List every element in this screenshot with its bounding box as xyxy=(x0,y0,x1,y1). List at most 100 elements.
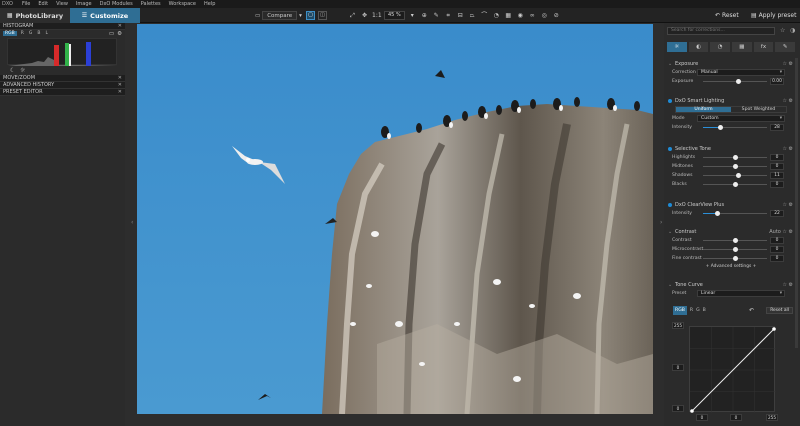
sl-intensity-value[interactable]: 28 xyxy=(770,124,784,131)
sun-icon[interactable]: ☼ xyxy=(20,67,25,74)
tone-curve-header[interactable]: ⌄ Tone Curve ☆ ⚙ xyxy=(667,281,795,289)
preset-editor-header[interactable]: PRESET EDITOR ✕ xyxy=(0,89,125,96)
correction-select[interactable]: Manual xyxy=(697,69,785,76)
histogram-header[interactable]: HISTOGRAM ✕ xyxy=(0,23,125,30)
link-icon[interactable]: ∞ xyxy=(528,11,537,20)
hist-channel-g[interactable]: G xyxy=(28,31,34,36)
menu-dxo-modules[interactable]: DxO Modules xyxy=(96,0,137,8)
curve-channel-g[interactable]: G xyxy=(696,306,700,315)
tab-light[interactable]: ☼ xyxy=(667,42,687,52)
chevron-down-icon[interactable]: ▾ xyxy=(408,11,417,20)
zoom-in-icon[interactable]: ⊕ xyxy=(420,11,429,20)
search-input[interactable]: Search for corrections... xyxy=(667,27,775,35)
perspective-icon[interactable]: ⏢ xyxy=(468,11,477,20)
single-view-icon[interactable]: ▢ xyxy=(306,11,315,20)
selective-tone-knob[interactable] xyxy=(732,164,738,169)
menu-view[interactable]: View xyxy=(52,0,72,8)
curve-input-mid[interactable]: 0 xyxy=(672,364,684,371)
cv-intensity-value[interactable]: 22 xyxy=(770,210,784,217)
selective-tone-value[interactable]: 0 xyxy=(770,163,784,170)
repair-icon[interactable]: ⌒ xyxy=(480,11,489,20)
image-viewer[interactable]: ‹ › xyxy=(125,23,664,426)
collapse-right-icon[interactable]: › xyxy=(660,219,662,226)
star-icon[interactable]: ☆ xyxy=(780,27,785,34)
panel-actions[interactable]: Auto ☆ ⚙ xyxy=(769,228,793,236)
contrast-header[interactable]: ⌄ Contrast Auto ☆ ⚙ xyxy=(667,228,795,236)
selective-tone-slider[interactable] xyxy=(703,155,767,160)
contrast-slider[interactable] xyxy=(703,247,767,252)
one-to-one-button[interactable]: 1:1 xyxy=(372,11,382,20)
preset-select[interactable]: Linear xyxy=(697,290,785,297)
advanced-history-header[interactable]: ADVANCED HISTORY ✕ xyxy=(0,82,125,89)
curve-point[interactable] xyxy=(772,327,776,331)
curve-output-max[interactable]: 255 xyxy=(766,414,778,421)
selective-tone-value[interactable]: 0 xyxy=(770,154,784,161)
local-adjust-icon[interactable]: ◔ xyxy=(492,11,501,20)
sl-intensity-knob[interactable] xyxy=(718,125,724,130)
horizon-icon[interactable]: ⊟ xyxy=(456,11,465,20)
right-panel-scrollbar[interactable] xyxy=(795,58,798,348)
panel-actions[interactable]: ☆ ⚙ xyxy=(782,281,793,289)
moon-icon[interactable]: ☾ xyxy=(10,67,15,74)
chevron-down-icon[interactable]: ⌄ xyxy=(668,281,672,289)
curve-input-max[interactable]: 255 xyxy=(672,322,684,329)
collapse-left-icon[interactable]: ‹ xyxy=(131,219,133,226)
panel-actions[interactable]: ☆ ⚙ xyxy=(782,97,793,105)
contrast-slider[interactable] xyxy=(703,238,767,243)
move-icon[interactable]: ✥ xyxy=(360,11,369,20)
compare-button[interactable]: ▭ Compare ▾ xyxy=(255,11,302,20)
clearview-header[interactable]: DxO ClearView Plus ☆ ⚙ xyxy=(667,201,795,209)
menu-image[interactable]: Image xyxy=(72,0,96,8)
selective-tone-slider[interactable] xyxy=(703,182,767,187)
cv-intensity-slider[interactable] xyxy=(703,211,767,216)
white-balance-picker-icon[interactable]: ✎ xyxy=(432,11,441,20)
tone-curve-graph[interactable] xyxy=(689,326,776,413)
enabled-indicator[interactable] xyxy=(668,203,672,207)
tab-geometry[interactable]: ▦ xyxy=(732,42,752,52)
tab-local[interactable]: ✎ xyxy=(775,42,796,52)
tab-photolibrary[interactable]: ▦ PhotoLibrary xyxy=(0,8,70,23)
zoom-select[interactable]: 45 % xyxy=(384,11,405,20)
tab-color[interactable]: ◐ xyxy=(688,42,709,52)
contrast-knob[interactable] xyxy=(732,238,738,243)
contrast-slider[interactable] xyxy=(703,256,767,261)
selective-tone-slider[interactable] xyxy=(703,173,767,178)
selective-tone-knob[interactable] xyxy=(732,155,738,160)
sl-intensity-slider[interactable] xyxy=(703,125,767,130)
split-view-icon[interactable]: ◫ xyxy=(318,11,327,20)
hist-channel-r[interactable]: R xyxy=(20,31,25,36)
mode-select[interactable]: Custom xyxy=(697,115,785,122)
hist-channel-l[interactable]: L xyxy=(44,31,49,36)
tab-detail[interactable]: ◔ xyxy=(710,42,731,52)
selective-tone-value[interactable]: 11 xyxy=(770,172,784,179)
selective-tone-knob[interactable] xyxy=(736,173,742,178)
contrast-auto[interactable]: Auto xyxy=(769,229,781,235)
mode-uniform[interactable]: Uniform xyxy=(676,107,731,112)
close-icon[interactable]: ✕ xyxy=(118,23,122,30)
cv-intensity-knob[interactable] xyxy=(714,211,720,216)
contrast-knob[interactable] xyxy=(732,247,738,252)
smart-lighting-header[interactable]: DxO Smart Lighting ☆ ⚙ xyxy=(667,97,795,105)
contrast-value[interactable]: 0 xyxy=(770,246,784,253)
contrast-value[interactable]: 0 xyxy=(770,237,784,244)
enabled-indicator[interactable] xyxy=(668,99,672,103)
curve-channel-r[interactable]: R xyxy=(690,306,693,315)
exposure-header[interactable]: ⌄ Exposure ☆ ⚙ xyxy=(667,60,795,68)
hist-channel-b[interactable]: B xyxy=(36,31,41,36)
menu-edit[interactable]: Edit xyxy=(34,0,52,8)
curve-point[interactable] xyxy=(690,409,694,413)
exposure-knob[interactable] xyxy=(735,79,741,84)
monitor-icon[interactable]: ▭ xyxy=(109,31,114,37)
exposure-slider[interactable] xyxy=(703,79,767,84)
close-icon[interactable]: ✕ xyxy=(118,89,122,96)
tab-customize[interactable]: ☰ Customize xyxy=(70,8,140,23)
mode-spot-weighted[interactable]: Spot Weighted xyxy=(731,107,786,112)
enabled-indicator[interactable] xyxy=(668,147,672,151)
grid-overlay-icon[interactable]: ▦ xyxy=(504,11,513,20)
curve-channel-rgb[interactable]: RGB xyxy=(673,306,687,315)
undo-icon[interactable]: ↶ xyxy=(749,306,754,315)
menu-help[interactable]: Help xyxy=(200,0,219,8)
eye-icon[interactable]: ◎ xyxy=(540,11,549,20)
photo-canvas[interactable] xyxy=(137,24,653,414)
exposure-value[interactable]: 0.00 xyxy=(770,78,784,85)
